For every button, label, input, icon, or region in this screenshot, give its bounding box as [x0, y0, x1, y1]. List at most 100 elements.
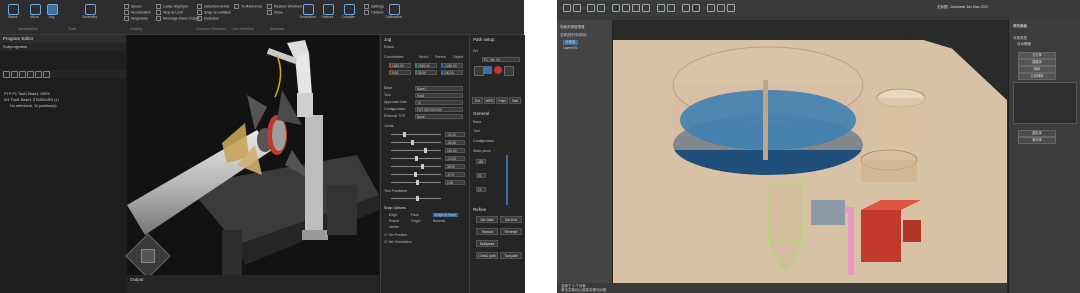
- joint-slider-4[interactable]: [391, 156, 441, 161]
- path-value[interactable]: 10: [476, 187, 486, 192]
- joint-value[interactable]: -10.20: [445, 156, 465, 161]
- set-position-checkbox[interactable]: ☑ Set Position: [384, 233, 407, 237]
- path-range-bar[interactable]: [506, 155, 508, 205]
- opt-detection[interactable]: Detection: [197, 16, 219, 21]
- rotate-icon[interactable]: [632, 4, 640, 12]
- joint-value[interactable]: -5.70: [445, 172, 465, 177]
- set-start-button[interactable]: Set Start: [476, 216, 498, 223]
- tool-path-button[interactable]: Tool path: [500, 252, 522, 259]
- snap-frame[interactable]: Frame: [389, 219, 399, 223]
- select-button[interactable]: Select: [5, 3, 20, 19]
- opt-options[interactable]: Options: [364, 10, 383, 15]
- feature-button[interactable]: Feature: [320, 3, 335, 19]
- joint-slider-6[interactable]: [391, 172, 441, 177]
- subprograms-tab[interactable]: Subprograms: [0, 43, 126, 51]
- opt-restore-windows[interactable]: Restore Windows: [267, 4, 302, 9]
- joint-value[interactable]: -65.40: [445, 140, 465, 145]
- tube-button[interactable]: 管状体: [1018, 137, 1056, 144]
- undo-icon[interactable]: [563, 4, 571, 12]
- opt-snap-collision[interactable]: Snap on collision: [197, 10, 231, 15]
- joint-slider-1[interactable]: [391, 132, 441, 137]
- snap-bounds[interactable]: Bounds: [433, 219, 445, 223]
- view-cube-face-icon[interactable]: [141, 249, 155, 263]
- tree-row[interactable]: No reference, 11 position(s): [10, 104, 57, 108]
- move-icon[interactable]: [622, 4, 630, 12]
- perspective-viewport[interactable]: [613, 20, 1007, 283]
- select-icon[interactable]: [612, 4, 620, 12]
- opt-settings[interactable]: Settings: [364, 4, 384, 9]
- configuration-select[interactable]: FUT 000 000 000: [415, 107, 463, 112]
- sphere-button[interactable]: 球体: [1018, 66, 1056, 73]
- coord-c-field[interactable]: 180.00: [441, 70, 463, 75]
- opt-selection-active[interactable]: Selection Active: [197, 4, 229, 9]
- snap-face[interactable]: Face: [411, 213, 419, 217]
- unlink-icon[interactable]: [597, 4, 605, 12]
- joint-slider-3[interactable]: [391, 148, 441, 153]
- add-point-icon[interactable]: [474, 66, 484, 76]
- tab-rail[interactable]: Rail: [509, 97, 521, 104]
- up-icon[interactable]: [27, 71, 34, 78]
- joint-slider-2[interactable]: [391, 140, 441, 145]
- simulation-button[interactable]: Simulation: [299, 3, 316, 19]
- coord-b-field[interactable]: 90.00: [415, 70, 437, 75]
- link-icon[interactable]: [587, 4, 595, 12]
- copy-icon[interactable]: [19, 71, 26, 78]
- settings-icon[interactable]: [504, 66, 514, 76]
- approach-axis-select[interactable]: +Z: [415, 100, 463, 105]
- autogrid-checkbox[interactable]: 自动栅格: [1017, 42, 1031, 47]
- snap-edge[interactable]: Edge: [389, 213, 397, 217]
- joint-value[interactable]: -43.10: [445, 132, 465, 137]
- base-select[interactable]: Base1: [415, 86, 463, 91]
- coord-object[interactable]: Object: [453, 55, 463, 59]
- robot-section[interactable]: Robot: [384, 45, 394, 49]
- add-icon[interactable]: [3, 71, 10, 78]
- set-orientation-checkbox[interactable]: ☑ Set Orientation: [384, 240, 412, 244]
- tool-select[interactable]: Tool1: [415, 93, 463, 98]
- opt-message-panel[interactable]: Message Panel Output: [156, 16, 200, 21]
- pose-field[interactable]: P1, Via, 15: [482, 57, 520, 62]
- cylinder-button[interactable]: 圆柱体: [1018, 130, 1056, 137]
- set-end-button[interactable]: Set End: [500, 216, 522, 223]
- coord-z-field[interactable]: -1280.00: [441, 63, 463, 68]
- opt-lower-highlight[interactable]: Lower Highlight: [156, 4, 188, 9]
- snap-vertex[interactable]: Vertex: [389, 225, 399, 229]
- move-button[interactable]: Move: [27, 3, 42, 19]
- tree-row[interactable]: W1 Tool1 Base1 STANDARD (1): [4, 98, 59, 102]
- cone-button[interactable]: 圆锥体: [1018, 59, 1056, 66]
- box-button[interactable]: 长方体: [1018, 52, 1056, 59]
- opt-acceleration[interactable]: Acceleration: [124, 10, 151, 15]
- material-icon[interactable]: [707, 4, 715, 12]
- geosphere-button[interactable]: 几何球体: [1018, 73, 1056, 80]
- opt-speed[interactable]: Speed: [124, 4, 141, 9]
- settings-icon[interactable]: [43, 71, 50, 78]
- opt-show[interactable]: Show: [267, 10, 283, 15]
- joint-slider-5[interactable]: [391, 164, 441, 169]
- angle-snap-icon[interactable]: [667, 4, 675, 12]
- tearout-button[interactable]: Tearout: [476, 228, 498, 235]
- snap-icon[interactable]: [657, 4, 665, 12]
- record-icon[interactable]: [484, 66, 492, 74]
- scale-icon[interactable]: [642, 4, 650, 12]
- check-path-button[interactable]: Check path: [476, 252, 498, 259]
- stop-icon[interactable]: [494, 66, 502, 74]
- path-value[interactable]: 00: [476, 173, 486, 178]
- snap-origin[interactable]: Origin: [411, 219, 421, 223]
- snap-edge-face[interactable]: Edge & Face: [433, 213, 458, 217]
- opt-singularity[interactable]: Singularity: [124, 16, 148, 21]
- coord-parent[interactable]: Parent: [435, 55, 446, 59]
- opt-stop-limit[interactable]: Stop at Limit: [156, 10, 183, 15]
- compiler-button[interactable]: Compiler: [341, 3, 356, 19]
- reverse-button[interactable]: Reverse: [500, 228, 522, 235]
- coord-y-field[interactable]: 2150.00: [415, 63, 437, 68]
- tree-row[interactable]: PTP P1 Tool1 Base1 100%: [4, 92, 50, 96]
- calibration-button[interactable]: Calibration: [385, 3, 402, 19]
- positioner-slider[interactable]: [391, 196, 441, 201]
- joint-slider-7[interactable]: [391, 180, 441, 185]
- render-frame-icon[interactable]: [727, 4, 735, 12]
- tab-wps[interactable]: WPS: [484, 97, 495, 104]
- coord-x-field[interactable]: 1250.00: [389, 63, 411, 68]
- redo-icon[interactable]: [573, 4, 581, 12]
- down-icon[interactable]: [35, 71, 42, 78]
- joint-value[interactable]: 0.00: [445, 180, 465, 185]
- jog-button[interactable]: Jog: [44, 3, 59, 19]
